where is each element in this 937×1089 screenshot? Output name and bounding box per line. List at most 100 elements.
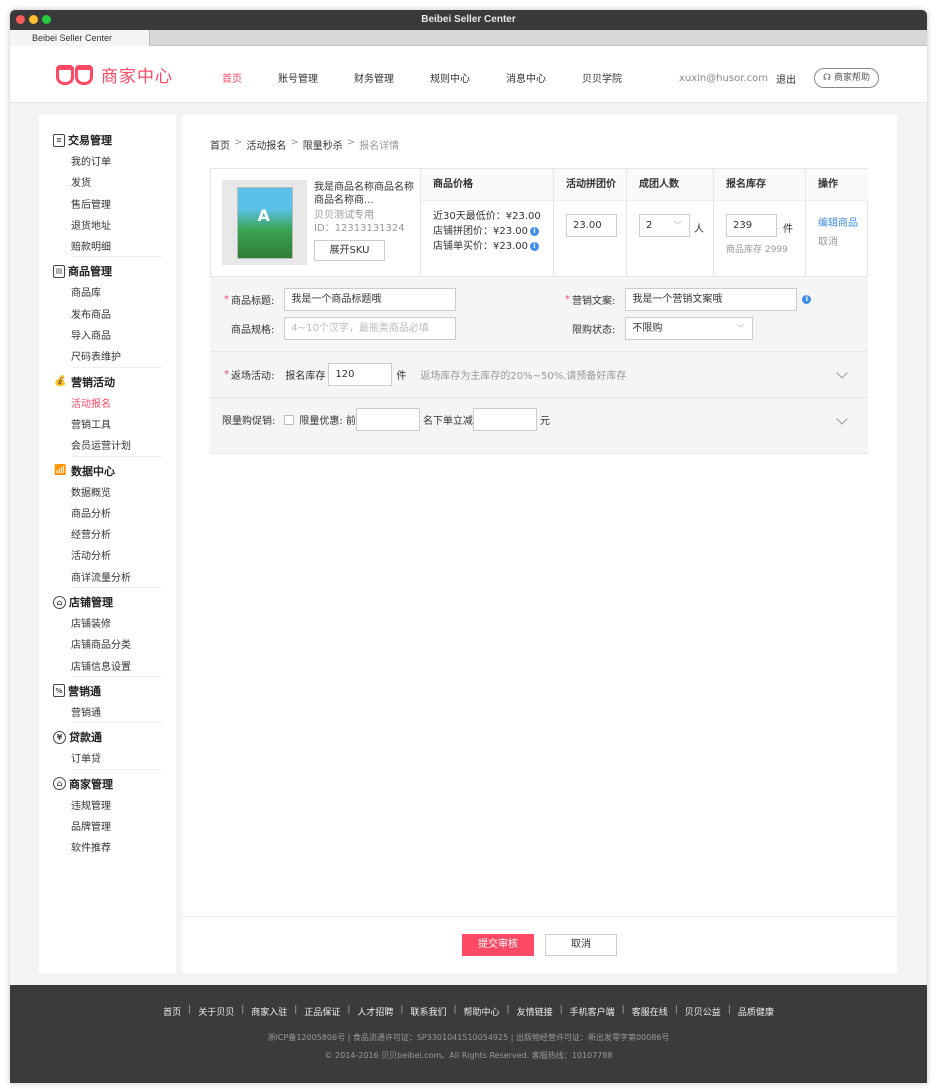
group-price-input[interactable]: 23.00 <box>566 214 617 237</box>
return-stock-input[interactable]: 120 <box>328 363 393 386</box>
sidebar-item[interactable]: 导入商品 <box>53 326 176 347</box>
promo-count-input[interactable] <box>355 408 420 431</box>
breadcrumb-item[interactable]: 首页 <box>210 137 230 152</box>
product-spec-label: 商品规格: <box>231 325 275 336</box>
sidebar-item[interactable]: 店铺商品分类 <box>53 635 176 656</box>
sidebar-item[interactable]: 违规管理 <box>53 796 176 817</box>
marketing-copy-input[interactable]: 我是一个营销文案哦 <box>625 288 798 311</box>
nav-item-5[interactable]: 贝贝学院 <box>582 70 622 85</box>
sidebar-item[interactable]: 我的订单 <box>53 152 176 173</box>
cancel-product-link[interactable]: 取消 <box>818 233 858 248</box>
footer-link[interactable]: 联系我们 <box>410 1005 446 1018</box>
info-icon[interactable]: i <box>530 241 539 251</box>
sidebar-item[interactable]: 数据概览 <box>53 483 176 504</box>
breadcrumb-item[interactable]: 活动报名 <box>246 137 286 152</box>
limited-discount-checkbox[interactable] <box>284 414 295 425</box>
maximize-window-button[interactable] <box>42 15 51 24</box>
promo-amount-input[interactable] <box>472 408 537 431</box>
info-icon[interactable]: i <box>802 295 812 304</box>
nav-item-0[interactable]: 首页 <box>222 70 242 85</box>
footer-link[interactable]: 商家入驻 <box>251 1005 287 1018</box>
sidebar-item[interactable]: 活动报名 <box>53 394 176 415</box>
sidebar-group-title[interactable]: ⌂ 商家管理 <box>53 775 176 793</box>
sidebar-item[interactable]: 订单贷 <box>53 749 176 770</box>
footer-link[interactable]: 品质健康 <box>738 1005 774 1018</box>
nav-item-3[interactable]: 规则中心 <box>430 70 470 85</box>
sidebar-item[interactable]: 店铺信息设置 <box>53 657 176 678</box>
sidebar-item[interactable]: 经营分析 <box>53 525 176 546</box>
sidebar-item[interactable]: 商详流量分析 <box>53 568 176 589</box>
footer-link[interactable]: 贝贝公益 <box>685 1005 721 1018</box>
return-stock-hint: 返场库存为主库存的20%~50%,请预备好库存 <box>420 371 627 382</box>
logout-link[interactable]: 退出 <box>776 71 796 86</box>
submit-review-button[interactable]: 提交审核 <box>462 934 534 956</box>
seller-help-button[interactable]: ☊ 商家帮助 <box>813 68 879 88</box>
sidebar-group-title[interactable]: ≡ 交易管理 <box>53 131 176 149</box>
footer-link[interactable]: 关于贝贝 <box>198 1005 234 1018</box>
sidebar-group-title[interactable]: % 营销通 <box>53 682 176 700</box>
sidebar-item[interactable]: 品牌管理 <box>53 817 176 838</box>
shop-manage-icon: ⌂ <box>53 777 66 791</box>
browser-tab[interactable]: Beibei Seller Center <box>10 30 150 46</box>
sidebar-item[interactable]: 商品分析 <box>53 504 176 525</box>
limited-promo-row: 限量购促销: 限量优惠: 前 名下单立减 元 <box>222 408 550 431</box>
sidebar-group: ≡ 交易管理我的订单 发货 售后管理 退货地址 赔款明细 <box>39 131 176 258</box>
browser-window: Beibei Seller Center Beibei Seller Cente… <box>10 10 927 1083</box>
sidebar-item[interactable]: 尺码表维护 <box>53 347 176 368</box>
footer-link[interactable]: 帮助中心 <box>464 1005 500 1018</box>
footer-link[interactable]: 友情链接 <box>517 1005 553 1018</box>
chevron-down-icon[interactable] <box>836 367 848 379</box>
footer-link[interactable]: 正品保证 <box>304 1005 340 1018</box>
price-column: 商品价格 近30天最低价：¥23.00 店铺拼团价：¥23.00 i 店铺单买价：… <box>420 169 553 276</box>
product-title-input[interactable]: 我是一个商品标题哦 <box>284 288 457 311</box>
footer-link[interactable]: 首页 <box>163 1005 181 1018</box>
sidebar-item[interactable]: 发货 <box>53 173 176 194</box>
edit-product-link[interactable]: 编辑商品 <box>818 214 858 229</box>
cancel-button[interactable]: 取消 <box>545 934 617 956</box>
sidebar-item[interactable]: 店铺装修 <box>53 614 176 635</box>
footer-link[interactable]: 手机客户端 <box>570 1005 615 1018</box>
sidebar-item[interactable]: 退货地址 <box>53 216 176 237</box>
close-window-button[interactable] <box>16 15 25 24</box>
sidebar-item[interactable]: 售后管理 <box>53 195 176 216</box>
breadcrumb-separator-icon: > <box>234 137 243 148</box>
sidebar-item[interactable]: 商品库 <box>53 283 176 304</box>
sidebar-group-title[interactable]: 📶 数据中心 <box>53 462 176 480</box>
chevron-down-icon[interactable] <box>836 413 848 425</box>
footer-separator: | <box>621 1005 625 1015</box>
return-activity-label: 返场活动: <box>231 371 275 382</box>
sidebar-group-title[interactable]: ¥ 贷款通 <box>53 728 176 746</box>
minimize-window-button[interactable] <box>29 15 38 24</box>
stock-input[interactable]: 239 <box>726 214 777 237</box>
breadcrumb-item[interactable]: 限量秒杀 <box>303 137 343 152</box>
sidebar-item[interactable]: 软件推荐 <box>53 838 176 859</box>
product-table: 我是商品名称商品名称商品名称商... 贝贝测试专用 ID：12313131324… <box>210 168 868 277</box>
nav-item-4[interactable]: 消息中心 <box>506 70 546 85</box>
user-email[interactable]: xuxin@husor.com <box>679 73 768 84</box>
sidebar-group-label: 交易管理 <box>68 134 112 147</box>
expand-sku-button[interactable]: 展开SKU <box>314 240 385 261</box>
sidebar-item[interactable]: 赔款明细 <box>53 237 176 258</box>
footer-link[interactable]: 客服在线 <box>632 1005 668 1018</box>
purchase-limit-select[interactable]: 不限购 ﹀ <box>625 317 754 340</box>
purchase-limit-label: 限购状态: <box>572 325 616 336</box>
group-size-select[interactable]: 2 ﹀ <box>639 214 690 237</box>
nav-item-2[interactable]: 财务管理 <box>354 70 394 85</box>
nav-item-1[interactable]: 账号管理 <box>278 70 318 85</box>
footer-link[interactable]: 人才招聘 <box>357 1005 393 1018</box>
header-user-area: xuxin@husor.com 退出 ☊ 商家帮助 <box>679 68 879 88</box>
sidebar-group-title[interactable]: 💰 营销活动 <box>53 373 176 391</box>
sidebar-group-title[interactable]: ⌂ 店铺管理 <box>53 593 176 611</box>
info-icon[interactable]: i <box>530 226 539 236</box>
sidebar-group-title[interactable]: ▤ 商品管理 <box>53 262 176 280</box>
sidebar-item[interactable]: 会员运营计划 <box>53 436 176 457</box>
product-spec-input[interactable]: 4~10个汉字，最瓶类商品必填 <box>284 317 457 340</box>
chevron-down-icon: ﹀ <box>674 221 682 230</box>
sidebar-item[interactable]: 营销工具 <box>53 415 176 436</box>
return-activity-row: * 返场活动: 报名库存 120 件 返场库存为主库存的20%~50%,请预备好… <box>224 363 626 386</box>
logo[interactable]: 商家中心 <box>56 62 173 87</box>
sidebar-item[interactable]: 活动分析 <box>53 546 176 567</box>
sidebar-item[interactable]: 发布商品 <box>53 305 176 326</box>
sidebar-item[interactable]: 营销通 <box>53 703 176 724</box>
formula-box-image <box>236 186 293 259</box>
